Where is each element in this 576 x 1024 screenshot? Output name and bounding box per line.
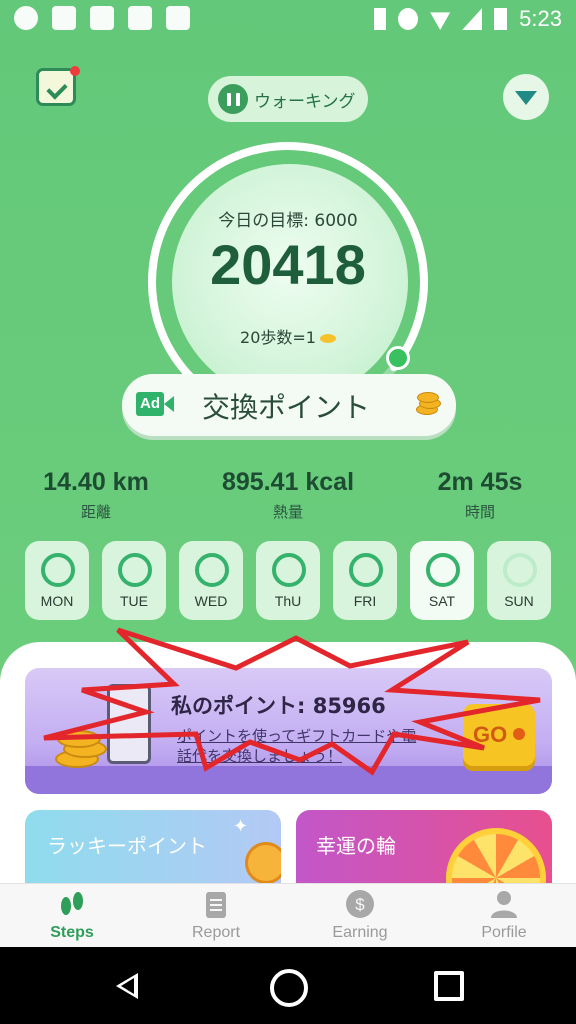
distance-stat: 14.40 km 距離 [20,468,172,522]
time-value: 2m 45s [437,468,523,496]
nav-steps-label: Steps [50,924,94,941]
day-sun[interactable]: SUN [487,541,551,620]
day-label: MON [40,593,74,609]
day-progress-ring [349,553,383,587]
daily-goal: 今日の目標: 6000 [218,211,358,231]
day-progress-ring [195,553,229,587]
coin-stack-icon [53,722,109,768]
day-tue[interactable]: TUE [102,541,166,620]
day-fri[interactable]: FRI [333,541,397,620]
step-count: 20418 [210,233,366,296]
my-points-card[interactable]: 私のポイント: 85966 ポイントを使ってギフトカードや電話代を交換しましょう… [25,668,552,794]
nav-earning[interactable]: $ Earning [288,884,432,948]
conversion-rate-text: 20歩数=1 [240,328,316,347]
dollar-coin-icon: $ [346,890,374,918]
phone-icon [107,684,151,764]
recent-apps-icon[interactable] [434,971,464,1001]
lucky-wheel-label: 幸運の輪 [316,834,396,858]
home-icon[interactable] [270,969,308,1007]
conversion-rate: 20歩数=1 [172,324,404,348]
video-camera-icon [164,396,174,412]
distance-label: 距離 [80,503,111,521]
day-sat[interactable]: SAT [410,541,474,620]
ad-badge: Ad [136,392,164,416]
go-button[interactable]: GO [463,704,535,766]
day-label: SAT [428,593,456,609]
calories-stat: 895.41 kcal 熱量 [198,468,378,522]
app-screen: 5:23 ウォーキング 今日の目標: 6000 20418 20歩数=1 Ad … [0,0,576,1024]
time-stat: 2m 45s 時間 [404,468,556,522]
star-coin-icon [245,842,281,884]
coins-icon [414,390,441,418]
day-progress-ring [503,553,537,587]
wheel-icon [446,828,546,884]
svg-text:$: $ [355,895,365,914]
day-wed[interactable]: WED [179,541,243,620]
person-icon [491,891,517,918]
nav-report[interactable]: Report [144,884,288,948]
points-description[interactable]: ポイントを使ってギフトカードや電話代を交換しましょう！ [177,726,427,766]
sparkle-icon: ✦ [233,816,249,837]
calories-value: 895.41 kcal [221,468,355,496]
points-balance: 私のポイント: 85966 [171,694,386,718]
nav-profile-label: Porfile [481,924,527,941]
distance-value: 14.40 km [43,468,149,496]
calories-label: 熱量 [272,503,303,521]
footsteps-icon [61,892,83,915]
day-progress-ring [272,553,306,587]
nav-report-label: Report [191,924,241,941]
day-label: TUE [120,593,148,609]
back-icon[interactable] [116,973,138,999]
go-label: GO [473,722,508,747]
nav-earning-label: Earning [332,924,388,941]
day-progress-ring [118,553,152,587]
lucky-points-card[interactable]: ラッキーポイント ✦ [25,810,281,884]
day-mon[interactable]: MON [25,541,89,620]
progress-marker [386,346,410,370]
day-label: FRI [353,593,377,609]
lucky-points-label: ラッキーポイント [47,834,207,858]
system-navigation-bar [0,947,576,1024]
coin-icon [319,334,336,343]
lucky-wheel-card[interactable]: 幸運の輪 [296,810,552,884]
day-label: SUN [504,593,534,609]
nav-profile[interactable]: Porfile [432,884,576,948]
day-thu[interactable]: ThU [256,541,320,620]
day-label: ThU [274,593,302,609]
day-progress-ring [426,553,460,587]
nav-steps[interactable]: Steps [0,884,144,948]
time-label: 時間 [464,503,495,521]
day-label: WED [194,593,228,609]
day-progress-ring [41,553,75,587]
exchange-label: 交換ポイント [202,391,371,424]
clipboard-icon [206,892,226,918]
bottom-navigation: Steps Report $ Earning Porfile [0,883,576,948]
card-floor [25,766,552,794]
go-coin-icon [513,728,525,740]
exchange-points-button[interactable]: Ad 交換ポイント [122,374,456,436]
